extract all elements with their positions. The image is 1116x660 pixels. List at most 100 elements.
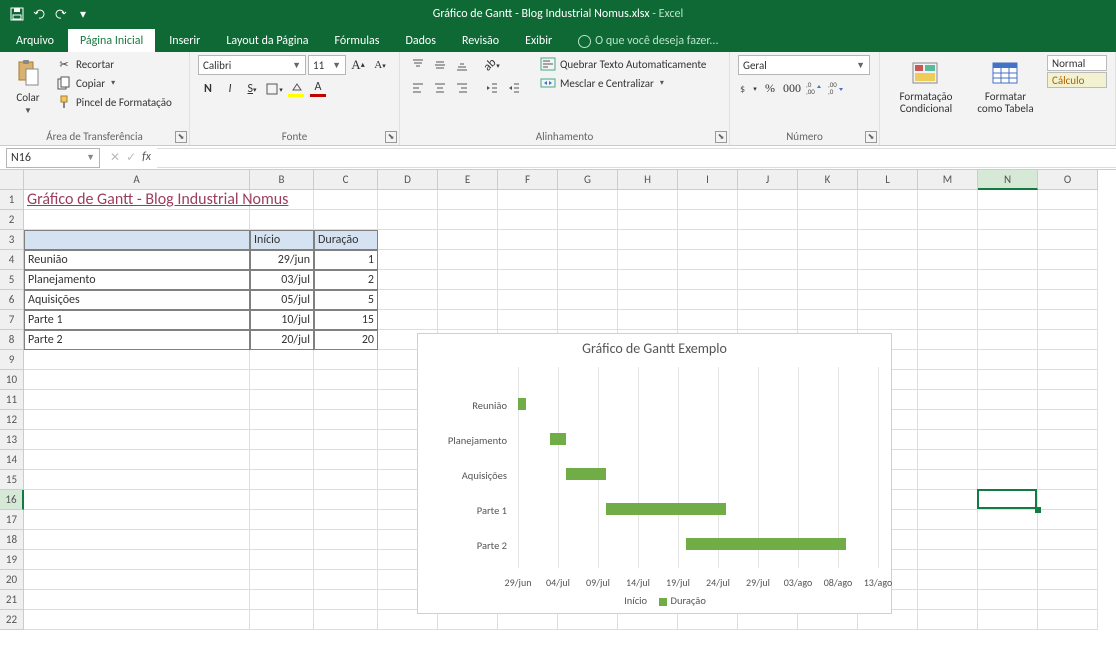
- column-header-L[interactable]: L: [858, 170, 918, 190]
- cell-B9[interactable]: [250, 350, 314, 370]
- cell-B10[interactable]: [250, 370, 314, 390]
- cell-O18[interactable]: [1038, 530, 1098, 550]
- font-name-combo[interactable]: Calibri▼: [198, 55, 306, 75]
- column-header-H[interactable]: H: [618, 170, 678, 190]
- row-header-21[interactable]: 21: [0, 590, 24, 610]
- font-size-combo[interactable]: 11▼: [308, 55, 346, 75]
- cell-A9[interactable]: [24, 350, 250, 370]
- cell-M17[interactable]: [918, 510, 978, 530]
- cell-D5[interactable]: [378, 270, 438, 290]
- column-header-I[interactable]: I: [678, 170, 738, 190]
- select-all-corner[interactable]: [0, 170, 24, 190]
- orientation-button[interactable]: ab▾: [482, 55, 502, 75]
- cell-A21[interactable]: [24, 590, 250, 610]
- cell-A12[interactable]: [24, 410, 250, 430]
- cell-J4[interactable]: [738, 250, 798, 270]
- cell-C15[interactable]: [314, 470, 378, 490]
- cell-A3[interactable]: [24, 230, 250, 250]
- gantt-chart[interactable]: Gráfico de Gantt Exemplo 29/jun04/jul09/…: [417, 333, 892, 614]
- cell-F3[interactable]: [498, 230, 558, 250]
- cell-I6[interactable]: [678, 290, 738, 310]
- cell-M12[interactable]: [918, 410, 978, 430]
- cell-F4[interactable]: [498, 250, 558, 270]
- border-button[interactable]: ▾: [264, 79, 284, 99]
- cell-A15[interactable]: [24, 470, 250, 490]
- cell-K2[interactable]: [798, 210, 858, 230]
- cell-O11[interactable]: [1038, 390, 1098, 410]
- copy-button[interactable]: Copiar ▾: [54, 74, 174, 92]
- column-header-K[interactable]: K: [798, 170, 858, 190]
- cell-O6[interactable]: [1038, 290, 1098, 310]
- cell-N11[interactable]: [978, 390, 1038, 410]
- cell-O19[interactable]: [1038, 550, 1098, 570]
- cell-N7[interactable]: [978, 310, 1038, 330]
- percent-format-button[interactable]: %: [760, 78, 780, 98]
- cell-B18[interactable]: [250, 530, 314, 550]
- cell-I1[interactable]: [678, 190, 738, 210]
- save-icon[interactable]: [6, 3, 28, 25]
- cell-N4[interactable]: [978, 250, 1038, 270]
- row-header-18[interactable]: 18: [0, 530, 24, 550]
- cell-B4[interactable]: 29/jun: [250, 250, 314, 270]
- fill-color-button[interactable]: [286, 79, 306, 99]
- cell-M9[interactable]: [918, 350, 978, 370]
- cell-B5[interactable]: 03/jul: [250, 270, 314, 290]
- cell-C6[interactable]: 5: [314, 290, 378, 310]
- cell-C13[interactable]: [314, 430, 378, 450]
- cell-C5[interactable]: 2: [314, 270, 378, 290]
- cell-O15[interactable]: [1038, 470, 1098, 490]
- cell-I7[interactable]: [678, 310, 738, 330]
- row-header-14[interactable]: 14: [0, 450, 24, 470]
- cell-A6[interactable]: Aquisições: [24, 290, 250, 310]
- cell-M21[interactable]: [918, 590, 978, 610]
- cell-O21[interactable]: [1038, 590, 1098, 610]
- cell-H6[interactable]: [618, 290, 678, 310]
- cell-D6[interactable]: [378, 290, 438, 310]
- cell-H3[interactable]: [618, 230, 678, 250]
- cell-C11[interactable]: [314, 390, 378, 410]
- cell-A16[interactable]: [24, 490, 250, 510]
- cut-button[interactable]: ✂ Recortar: [54, 55, 174, 73]
- cell-N3[interactable]: [978, 230, 1038, 250]
- cell-A1[interactable]: Gráfico de Gantt - Blog Industrial Nomus: [24, 190, 250, 210]
- row-header-13[interactable]: 13: [0, 430, 24, 450]
- cell-M1[interactable]: [918, 190, 978, 210]
- cell-J7[interactable]: [738, 310, 798, 330]
- column-header-F[interactable]: F: [498, 170, 558, 190]
- cell-H4[interactable]: [618, 250, 678, 270]
- cell-A5[interactable]: Planejamento: [24, 270, 250, 290]
- cell-B2[interactable]: [250, 210, 314, 230]
- wrap-text-button[interactable]: Quebrar Texto Automaticamente: [538, 55, 708, 73]
- cell-M19[interactable]: [918, 550, 978, 570]
- decrease-decimal-button[interactable]: ,00,0: [826, 78, 846, 98]
- cell-N17[interactable]: [978, 510, 1038, 530]
- cell-O1[interactable]: [1038, 190, 1098, 210]
- cell-G7[interactable]: [558, 310, 618, 330]
- cell-B1[interactable]: [250, 190, 314, 210]
- cell-E5[interactable]: [438, 270, 498, 290]
- font-dialog-launcher[interactable]: ⬊: [385, 131, 397, 143]
- cell-E6[interactable]: [438, 290, 498, 310]
- cell-A17[interactable]: [24, 510, 250, 530]
- cell-C4[interactable]: 1: [314, 250, 378, 270]
- cell-F2[interactable]: [498, 210, 558, 230]
- cell-L7[interactable]: [858, 310, 918, 330]
- cell-G1[interactable]: [558, 190, 618, 210]
- cell-C14[interactable]: [314, 450, 378, 470]
- cell-K1[interactable]: [798, 190, 858, 210]
- align-left-button[interactable]: [408, 78, 428, 98]
- row-header-10[interactable]: 10: [0, 370, 24, 390]
- format-as-table-button[interactable]: Formatar como Tabela: [970, 55, 1041, 130]
- cell-M8[interactable]: [918, 330, 978, 350]
- row-header-20[interactable]: 20: [0, 570, 24, 590]
- cell-O12[interactable]: [1038, 410, 1098, 430]
- style-calculo[interactable]: Cálculo: [1047, 72, 1107, 88]
- row-header-1[interactable]: 1: [0, 190, 24, 210]
- cell-L2[interactable]: [858, 210, 918, 230]
- cell-M18[interactable]: [918, 530, 978, 550]
- cell-B20[interactable]: [250, 570, 314, 590]
- cell-A7[interactable]: Parte 1: [24, 310, 250, 330]
- cell-L6[interactable]: [858, 290, 918, 310]
- align-center-button[interactable]: [430, 78, 450, 98]
- cell-C18[interactable]: [314, 530, 378, 550]
